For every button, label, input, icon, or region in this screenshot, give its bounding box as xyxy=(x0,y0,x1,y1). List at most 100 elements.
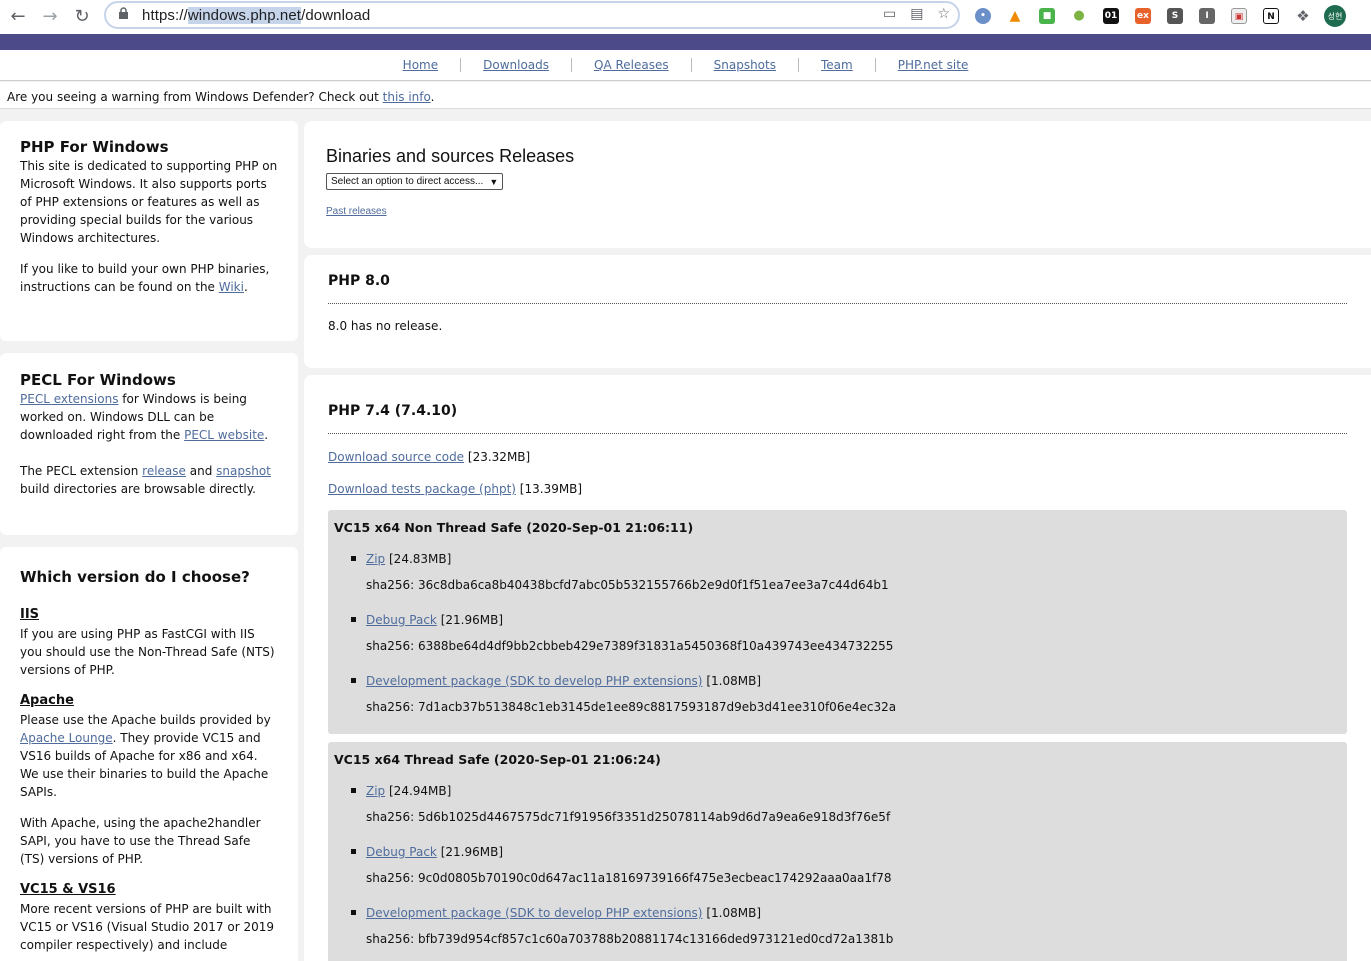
pecl-website-link[interactable]: PECL website xyxy=(184,428,264,442)
list-item: Debug Pack [21.96MB] sha256: 9c0d0805b701… xyxy=(350,843,1341,887)
forward-icon[interactable]: → xyxy=(38,4,62,28)
pecl-builds-text: The PECL extension release and snapshot … xyxy=(20,464,271,496)
release-select[interactable]: Select an option to direct access... ▼ xyxy=(326,173,504,190)
version-choice-box: Which version do I choose? IIS If you ar… xyxy=(0,547,298,961)
iis-heading: IIS xyxy=(20,607,40,622)
sha256-text: sha256: 36c8dba6ca8b40438bcfd7abc05b5321… xyxy=(366,578,889,592)
lock-icon[interactable] xyxy=(118,7,132,23)
sha256-text: sha256: 7d1acb37b513848c1eb3145de1ee89c8… xyxy=(366,700,897,714)
dev-package-link[interactable]: Development package (SDK to develop PHP … xyxy=(366,674,703,688)
php74-box: PHP 7.4 (7.4.10) Download source code [2… xyxy=(304,375,1371,961)
sha256-text: sha256: 6388be64d4df9bb2cbbeb429e7389f31… xyxy=(366,639,894,653)
build-ts: VC15 x64 Thread Safe (2020-Sep-01 21:06:… xyxy=(328,742,1347,961)
zip-link[interactable]: Zip xyxy=(366,784,385,798)
list-item: Zip [24.94MB] sha256: 5d6b1025d4467575dc7… xyxy=(350,782,1341,826)
extensions-icon[interactable]: ❖ xyxy=(1290,4,1316,28)
debug-pack-link[interactable]: Debug Pack xyxy=(366,845,437,859)
extension-icon[interactable]: 01 xyxy=(1098,4,1124,28)
notice-end: . xyxy=(430,90,435,104)
php-for-windows-box: PHP For Windows This site is dedicated t… xyxy=(0,121,298,341)
apache-lounge-link[interactable]: Apache Lounge xyxy=(20,731,113,745)
source-download: Download source code [23.32MB] xyxy=(328,448,1347,466)
notice-link[interactable]: this info xyxy=(383,90,431,104)
download-source-link[interactable]: Download source code xyxy=(328,450,464,464)
past-releases-link[interactable]: Past releases xyxy=(326,206,1349,217)
profile-avatar[interactable]: 성현 xyxy=(1322,4,1348,28)
nav-snapshots[interactable]: Snapshots xyxy=(692,58,798,72)
extension-icon[interactable]: S xyxy=(1162,4,1188,28)
php74-title: PHP 7.4 (7.4.10) xyxy=(328,385,1347,434)
snapshot-link[interactable]: snapshot xyxy=(216,464,271,478)
star-icon[interactable]: ☆ xyxy=(937,6,950,22)
notion-extension-icon[interactable]: N xyxy=(1258,4,1284,28)
address-bar[interactable]: https://windows.php.net/download ▭ ▤ ☆ xyxy=(104,1,960,29)
extension-icon[interactable]: ▣ xyxy=(1226,4,1252,28)
build-title: VC15 x64 Thread Safe (2020-Sep-01 21:06:… xyxy=(334,752,661,767)
list-item: Development package (SDK to develop PHP … xyxy=(350,672,1341,716)
tests-download: Download tests package (phpt) [13.39MB] xyxy=(328,480,1347,498)
version-choice-title: Which version do I choose? xyxy=(20,568,250,586)
extension-icon[interactable]: ex xyxy=(1130,4,1156,28)
pecl-text: PECL extensions for Windows is being wor… xyxy=(20,392,269,442)
browser-toolbar: ← → ↻ https://windows.php.net/download ▭… xyxy=(0,0,1371,34)
release-link[interactable]: release xyxy=(142,464,186,478)
cast-icon[interactable]: ▭ xyxy=(883,6,896,22)
sha256-text: sha256: 5d6b1025d4467575dc71f91956f3351d… xyxy=(366,810,891,824)
top-navigation: Home Downloads QA Releases Snapshots Tea… xyxy=(0,50,1371,81)
build-files: Zip [24.94MB] sha256: 5d6b1025d4467575dc7… xyxy=(334,782,1341,948)
releases-title: Binaries and sources Releases xyxy=(326,146,575,166)
pecl-extensions-link[interactable]: PECL extensions xyxy=(20,392,118,406)
apache-heading: Apache xyxy=(20,693,74,708)
sha256-text: sha256: 9c0d0805b70190c0d647ac11a1816973… xyxy=(366,871,892,885)
extension-icon[interactable]: I xyxy=(1194,4,1220,28)
wiki-link[interactable]: Wiki xyxy=(219,280,244,294)
url-text: https://windows.php.net/download xyxy=(142,6,371,24)
file-size: [24.83MB] xyxy=(389,552,452,566)
list-item: Debug Pack [21.96MB] sha256: 6388be64d4df… xyxy=(350,611,1341,655)
main-content: Binaries and sources Releases Select an … xyxy=(304,121,1371,961)
apache-text: Please use the Apache builds provided by… xyxy=(20,713,271,799)
vlc-extension-icon[interactable]: ▲ xyxy=(1002,4,1028,28)
file-size: [24.94MB] xyxy=(389,784,452,798)
iis-text: If you are using PHP as FastCGI with IIS… xyxy=(20,627,275,677)
list-item: Zip [24.83MB] sha256: 36c8dba6ca8b40438bc… xyxy=(350,550,1341,594)
sidebar: PHP For Windows This site is dedicated t… xyxy=(0,121,298,961)
debug-pack-link[interactable]: Debug Pack xyxy=(366,613,437,627)
list-item: Development package (SDK to develop PHP … xyxy=(350,904,1341,948)
file-size: [1.08MB] xyxy=(706,906,761,920)
file-size: [21.96MB] xyxy=(440,845,504,859)
php80-text: 8.0 has no release. xyxy=(328,319,443,333)
tests-size: [13.39MB] xyxy=(519,482,583,496)
nav-home[interactable]: Home xyxy=(381,58,460,72)
apache-ts-text: With Apache, using the apache2handler SA… xyxy=(20,816,261,866)
nav-downloads[interactable]: Downloads xyxy=(461,58,571,72)
pecl-box: PECL For Windows PECL extensions for Win… xyxy=(0,353,298,535)
nav-qa-releases[interactable]: QA Releases xyxy=(572,58,691,72)
releases-box: Binaries and sources Releases Select an … xyxy=(304,121,1371,248)
back-icon[interactable]: ← xyxy=(6,4,30,28)
extensions-bar: • ▲ ■ ● 01 ex S I ▣ N ❖ 성현 xyxy=(970,4,1348,28)
android-extension-icon[interactable]: ● xyxy=(1066,4,1092,28)
reload-icon[interactable]: ↻ xyxy=(70,4,94,28)
build-title: VC15 x64 Non Thread Safe (2020-Sep-01 21… xyxy=(334,520,694,535)
vc-heading: VC15 & VS16 xyxy=(20,882,116,897)
extension-icon[interactable]: ■ xyxy=(1034,4,1060,28)
defender-notice: Are you seeing a warning from Windows De… xyxy=(0,82,1371,109)
php-for-windows-title: PHP For Windows xyxy=(20,138,169,156)
dev-package-link[interactable]: Development package (SDK to develop PHP … xyxy=(366,906,703,920)
download-tests-link[interactable]: Download tests package (phpt) xyxy=(328,482,516,496)
header-bar xyxy=(0,34,1371,50)
nav-team[interactable]: Team xyxy=(799,58,875,72)
file-size: [21.96MB] xyxy=(440,613,504,627)
zip-link[interactable]: Zip xyxy=(366,552,385,566)
build-nts: VC15 x64 Non Thread Safe (2020-Sep-01 21… xyxy=(328,510,1347,734)
notice-text: Are you seeing a warning from Windows De… xyxy=(7,90,383,104)
php80-box: PHP 8.0 8.0 has no release. xyxy=(304,255,1371,368)
nav-php-net-site[interactable]: PHP.net site xyxy=(876,58,991,72)
build-files: Zip [24.83MB] sha256: 36c8dba6ca8b40438bc… xyxy=(334,550,1341,716)
build-instructions-text: If you like to build your own PHP binari… xyxy=(20,262,270,294)
translate-icon[interactable]: ▤ xyxy=(910,6,923,22)
php-for-windows-text: This site is dedicated to supporting PHP… xyxy=(20,159,278,245)
chevron-down-icon: ▼ xyxy=(489,176,499,187)
extension-icon[interactable]: • xyxy=(970,4,996,28)
